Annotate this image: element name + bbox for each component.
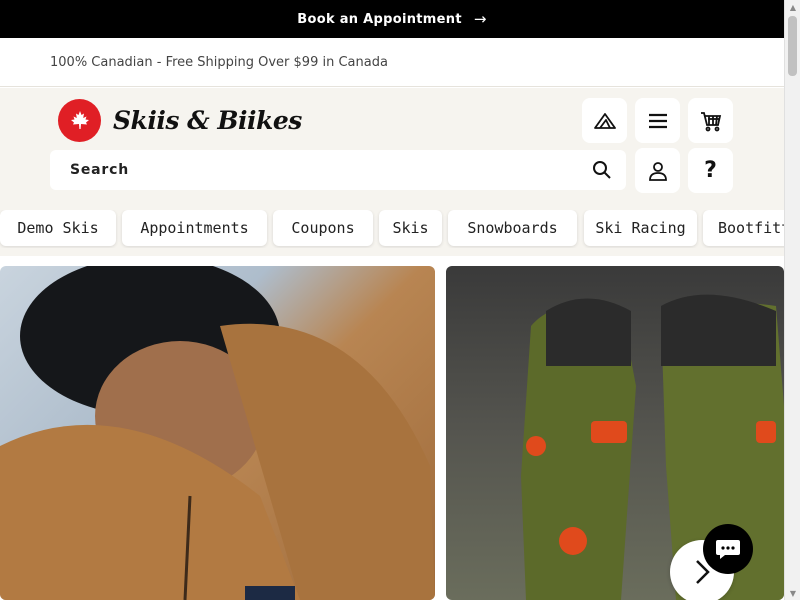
mountain-button[interactable] <box>582 98 627 143</box>
promo-image-jacket[interactable] <box>0 266 435 600</box>
category-snowboards[interactable]: Snowboards <box>448 210 577 246</box>
scrollbar-thumb[interactable] <box>788 16 797 76</box>
help-button[interactable]: ? <box>688 148 733 193</box>
appointment-banner[interactable]: Book an Appointment → <box>0 0 784 38</box>
chat-widget-button[interactable] <box>703 524 753 574</box>
search-bar[interactable] <box>50 150 626 190</box>
help-icon: ? <box>704 158 717 183</box>
logo-text: Skiis & Biikes <box>113 106 302 135</box>
category-ski-racing[interactable]: Ski Racing <box>584 210 697 246</box>
search-icon[interactable] <box>592 160 612 180</box>
announcement-bar: 100% Canadian - Free Shipping Over $99 i… <box>0 38 784 87</box>
page-scrollbar[interactable]: ▲ ▼ <box>784 0 800 600</box>
category-nav: Demo Skis Appointments Coupons Skis Snow… <box>0 210 784 248</box>
scroll-up-icon[interactable]: ▲ <box>785 0 800 14</box>
search-input[interactable] <box>70 162 550 178</box>
appointment-banner-label: Book an Appointment <box>297 11 462 27</box>
scroll-down-icon[interactable]: ▼ <box>785 586 800 600</box>
user-icon <box>648 161 667 181</box>
site-logo[interactable]: Skiis & Biikes <box>58 99 302 142</box>
mountain-icon <box>593 112 616 129</box>
category-coupons[interactable]: Coupons <box>273 210 373 246</box>
cart-icon <box>700 111 721 131</box>
maple-leaf-icon <box>58 99 101 142</box>
menu-button[interactable] <box>635 98 680 143</box>
category-demo-skis[interactable]: Demo Skis <box>0 210 116 246</box>
chat-icon <box>716 540 740 559</box>
category-skis[interactable]: Skis <box>379 210 442 246</box>
announcement-text: 100% Canadian - Free Shipping Over $99 i… <box>50 54 388 70</box>
category-appointments[interactable]: Appointments <box>122 210 267 246</box>
account-button[interactable] <box>635 148 680 193</box>
arrow-right-icon: → <box>473 10 487 28</box>
category-bootfitting[interactable]: Bootfitting <box>703 210 784 246</box>
menu-icon <box>648 113 667 128</box>
cart-button[interactable] <box>688 98 733 143</box>
